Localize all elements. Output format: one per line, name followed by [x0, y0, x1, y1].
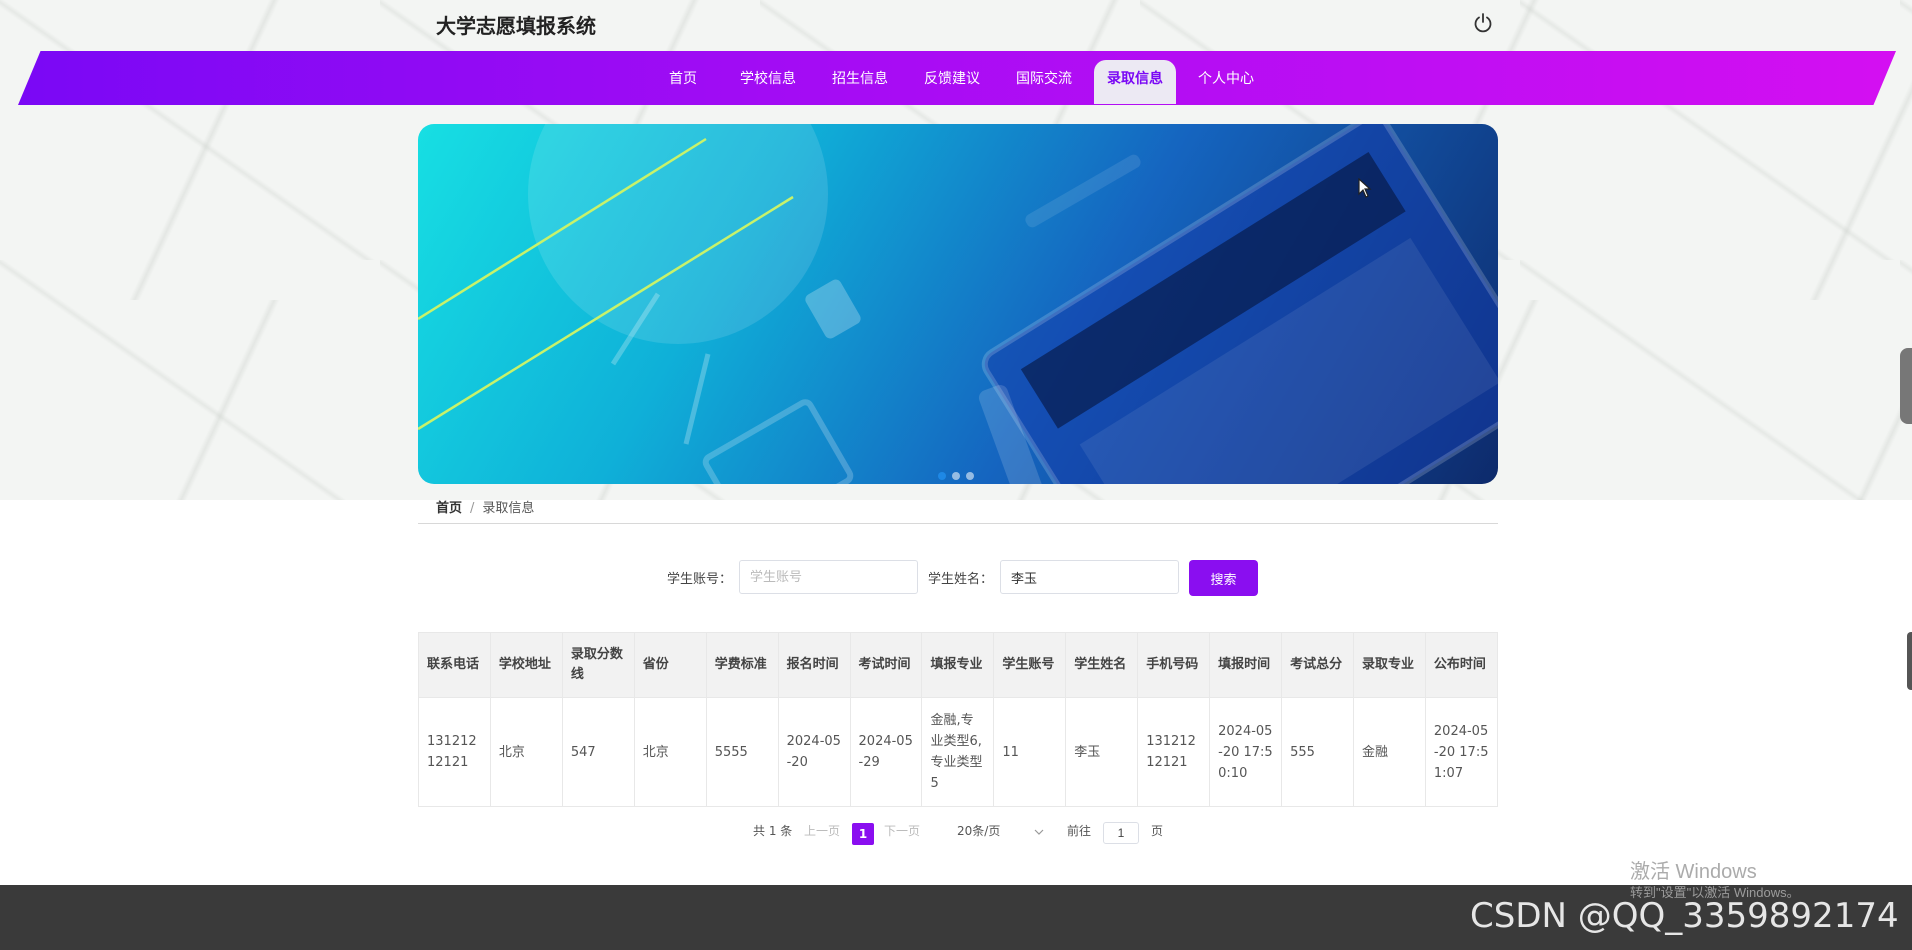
table-cell: 2024-05-29 — [849, 697, 923, 807]
nav-item-international[interactable]: 国际交流 — [1006, 60, 1082, 104]
pagination-total: 共 1 条 — [753, 824, 793, 838]
pagination-prev-button[interactable]: 上一页 — [804, 822, 840, 839]
windows-activation-title: 激活 Windows — [1630, 861, 1757, 883]
pagination-page-unit: 页 — [1151, 824, 1164, 838]
breadcrumb: 首页 / 录取信息 — [436, 497, 534, 516]
table-cell: 金融 — [1352, 697, 1426, 807]
column-header: 填报专业 — [921, 632, 995, 698]
column-header: 省份 — [633, 632, 707, 698]
table-cell: 北京 — [489, 697, 563, 807]
pagination-next-button[interactable]: 下一页 — [884, 822, 920, 839]
column-header: 考试总分 — [1281, 632, 1354, 698]
breadcrumb-home[interactable]: 首页 — [436, 501, 462, 516]
student-name-label: 学生姓名： — [928, 572, 994, 587]
carousel-dot[interactable] — [966, 472, 974, 480]
table-cell: 555 — [1281, 697, 1354, 807]
csdn-watermark: CSDN @QQ_3359892174 — [1470, 896, 1899, 936]
breadcrumb-separator: / — [470, 501, 475, 516]
column-header: 考试时间 — [849, 632, 923, 698]
power-icon[interactable] — [1472, 12, 1494, 34]
page-size-select[interactable]: 20条/页 — [957, 822, 1000, 839]
table-cell: 金融,专业类型6,专业类型5 — [921, 697, 995, 807]
column-header: 联系电话 — [418, 632, 491, 698]
nav-item-feedback[interactable]: 反馈建议 — [914, 60, 990, 104]
table-cell: 11 — [993, 697, 1067, 807]
header: 大学志愿填报系统 — [0, 0, 1912, 50]
nav-item-admission-info[interactable]: 录取信息 — [1094, 60, 1176, 104]
app-title: 大学志愿填报系统 — [436, 14, 596, 38]
column-header: 学生姓名 — [1065, 632, 1139, 698]
nav-item-school-info[interactable]: 学校信息 — [730, 60, 806, 104]
scroll-handle[interactable] — [1907, 632, 1912, 690]
search-button[interactable]: 搜索 — [1189, 560, 1258, 596]
carousel-dots — [938, 467, 980, 480]
column-header: 学校地址 — [489, 632, 563, 698]
pagination-goto-input[interactable]: 1 — [1103, 822, 1139, 844]
main-nav: 首页 学校信息 招生信息 反馈建议 国际交流 录取信息 个人中心 — [0, 51, 1912, 105]
side-drawer-handle[interactable] — [1900, 348, 1912, 424]
nav-item-enrollment-info[interactable]: 招生信息 — [822, 60, 898, 104]
table-cell: 2024-05-20 17:50:10 — [1209, 697, 1283, 807]
column-header: 公布时间 — [1424, 632, 1499, 698]
admission-table: 联系电话 学校地址 录取分数线 省份 学费标准 报名时间 考试时间 填报专业 学… — [418, 632, 1499, 807]
column-header: 学费标准 — [705, 632, 779, 698]
divider — [418, 523, 1498, 524]
banner-illustration — [418, 124, 1498, 484]
column-header: 录取分数线 — [561, 632, 635, 698]
carousel-dot[interactable] — [938, 472, 946, 480]
table-cell: 北京 — [633, 697, 707, 807]
carousel-dot[interactable] — [952, 472, 960, 480]
column-header: 填报时间 — [1209, 632, 1283, 698]
nav-item-home[interactable]: 首页 — [654, 60, 712, 104]
carousel-banner[interactable] — [418, 124, 1498, 484]
mouse-cursor-icon — [1358, 177, 1372, 203]
column-header: 学生账号 — [993, 632, 1067, 698]
table-cell: 547 — [561, 697, 635, 807]
table-cell: 2024-05-20 17:51:07 — [1424, 697, 1499, 807]
table-cell: 13121212121 — [418, 697, 491, 807]
student-name-input[interactable] — [1000, 560, 1179, 594]
student-account-input[interactable] — [739, 560, 918, 594]
column-header: 报名时间 — [777, 632, 851, 698]
nav-item-profile[interactable]: 个人中心 — [1188, 60, 1264, 104]
table-row[interactable]: 13121212121 北京 547 北京 5555 2024-05-20 20… — [418, 697, 1499, 807]
student-account-label: 学生账号： — [667, 572, 733, 587]
breadcrumb-current: 录取信息 — [482, 501, 535, 516]
column-header: 录取专业 — [1352, 632, 1426, 698]
column-header: 手机号码 — [1137, 632, 1211, 698]
table-cell: 13121212121 — [1137, 697, 1211, 807]
chevron-down-icon[interactable] — [1034, 824, 1044, 842]
pagination-goto-label: 前往 — [1067, 824, 1092, 838]
table-cell: 2024-05-20 — [777, 697, 851, 807]
table-cell: 5555 — [705, 697, 779, 807]
table-cell: 李玉 — [1065, 697, 1139, 807]
table-header-row: 联系电话 学校地址 录取分数线 省份 学费标准 报名时间 考试时间 填报专业 学… — [418, 632, 1499, 698]
pagination-current-page[interactable]: 1 — [852, 823, 874, 845]
